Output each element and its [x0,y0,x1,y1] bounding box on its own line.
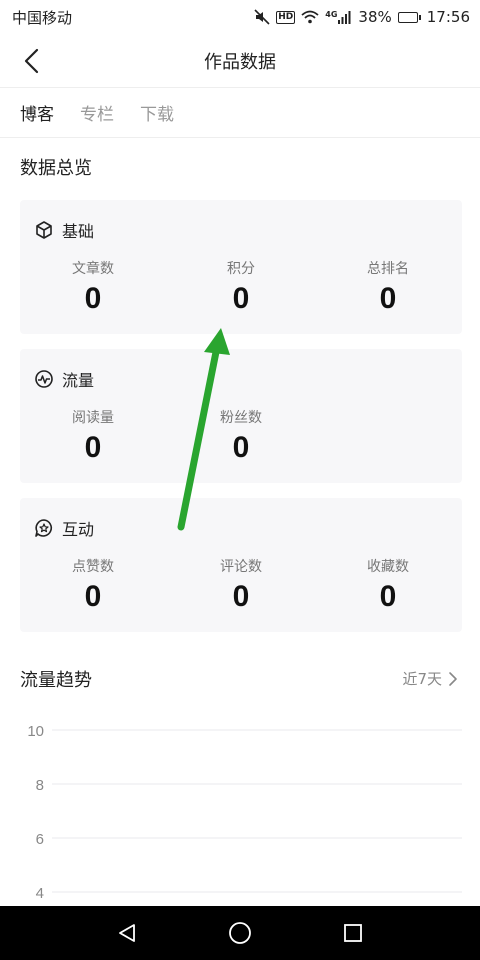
metric-rank[interactable]: 总排名 0 [333,258,443,316]
metric-label: 粉丝数 [220,410,262,426]
overview-title: 数据总览 [20,158,92,179]
metric-value: 0 [232,580,250,613]
system-back-button[interactable] [107,913,147,953]
battery-icon [397,11,421,23]
metric-value: 0 [379,282,397,315]
metric-value: 0 [84,580,102,613]
back-button[interactable] [14,44,48,78]
chevron-left-icon [24,48,39,74]
system-recents-button[interactable] [333,913,373,953]
basic-stats-card: 基础 文章数 0 积分 0 总排名 0 [20,200,462,334]
chevron-right-icon [449,671,457,686]
metric-value: 0 [232,282,250,315]
traffic-card-title: 流量 [62,371,95,390]
basic-card-header: 基础 [34,218,94,242]
metric-label: 总排名 [367,261,409,277]
y-tick-label: 4 [36,885,44,902]
traffic-stats-card: 流量 阅读量 0 粉丝数 0 [20,349,462,483]
metric-fans[interactable]: 粉丝数 0 [186,407,296,465]
interaction-stats-card: 互动 点赞数 0 评论数 0 收藏数 0 [20,498,462,632]
interaction-card-header: 互动 [34,516,94,540]
metric-label: 评论数 [220,559,262,575]
battery-percent: 38% [358,8,392,26]
basic-card-title: 基础 [62,222,95,241]
metric-favorites[interactable]: 收藏数 0 [333,556,443,614]
metric-value: 0 [232,431,250,464]
metric-articles[interactable]: 文章数 0 [38,258,148,316]
metric-comments[interactable]: 评论数 0 [186,556,296,614]
triangle-back-icon [118,924,135,942]
mute-icon [254,9,270,25]
metric-label: 阅读量 [72,410,114,426]
traffic-card-header: 流量 [34,367,94,391]
pulse-icon [35,370,53,388]
network-type: 4G [325,10,338,19]
status-bar: 中国移动 HD 4G 38% 17:56 [0,0,480,34]
metric-likes[interactable]: 点赞数 0 [38,556,148,614]
y-tick-label: 8 [36,777,44,794]
trend-range-label: 近7天 [402,670,442,688]
signal-icon: 4G [325,10,352,24]
tab-blog[interactable]: 博客 [20,100,54,125]
clock: 17:56 [426,8,470,26]
metric-value: 0 [379,580,397,613]
metric-label: 文章数 [72,261,114,277]
metric-value: 0 [84,282,102,315]
status-icons: HD 4G 38% 17:56 [254,8,470,26]
system-home-button[interactable] [220,913,260,953]
tab-download[interactable]: 下载 [140,100,174,125]
metric-label: 收藏数 [367,559,409,575]
wifi-icon [301,10,319,24]
metric-reads[interactable]: 阅读量 0 [38,407,148,465]
metric-label: 点赞数 [72,559,114,575]
trend-title: 流量趋势 [20,670,92,691]
metric-label: 积分 [227,261,255,277]
page-title: 作品数据 [204,51,276,73]
content-tabs: 博客 专栏 下载 [0,88,480,138]
interaction-card-title: 互动 [62,520,95,539]
metric-points[interactable]: 积分 0 [186,258,296,316]
carrier-name: 中国移动 [12,8,73,27]
nav-bar: 作品数据 [0,34,480,88]
tab-column[interactable]: 专栏 [80,100,114,125]
trend-chart: 10 8 6 4 [27,723,462,902]
square-recents-icon [344,924,363,942]
trend-range-selector[interactable]: 近7天 [402,668,458,689]
system-nav-bar [0,906,480,960]
y-tick-label: 6 [36,831,44,848]
star-chat-icon [35,519,53,537]
cube-icon [36,221,52,239]
y-tick-label: 10 [27,723,44,740]
hd-icon: HD [276,10,296,24]
circle-home-icon [229,922,251,944]
metric-value: 0 [84,431,102,464]
